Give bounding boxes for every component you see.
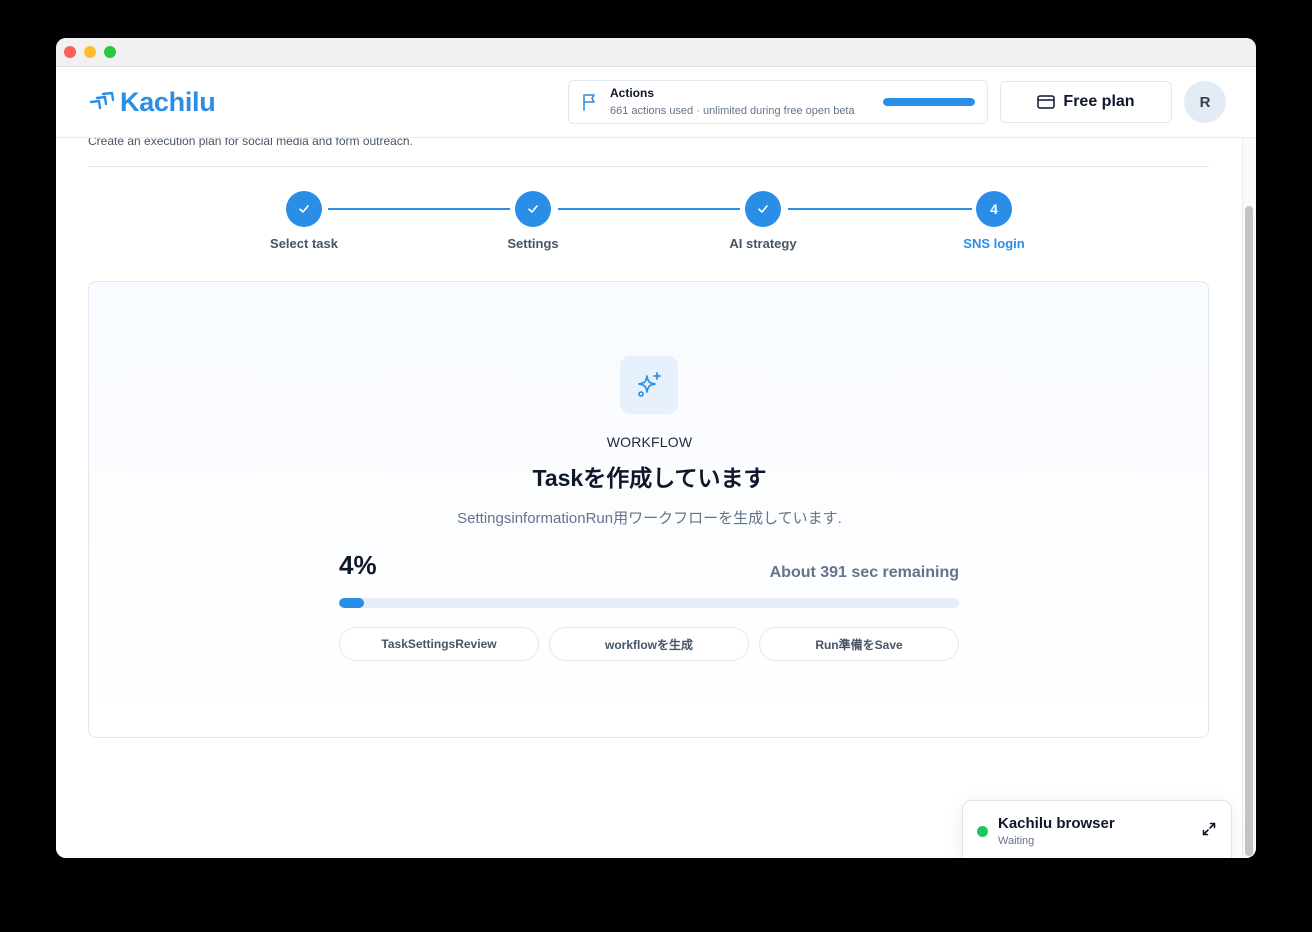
actions-usage-fill xyxy=(883,98,975,106)
card-description: SettingsinformationRun用ワークフローを生成しています. xyxy=(457,510,842,527)
status-indicator xyxy=(977,826,988,837)
step-2-label: Settings xyxy=(507,236,559,251)
actions-usage-bar xyxy=(883,98,975,106)
workflow-progress-card: WORKFLOW Taskを作成しています Settingsinformatio… xyxy=(88,281,1209,738)
scrollbar-thumb[interactable] xyxy=(1245,206,1253,856)
minimize-window-button[interactable] xyxy=(84,46,96,58)
free-plan-button[interactable]: Free plan xyxy=(1000,81,1172,123)
step-4-indicator[interactable]: 4 xyxy=(976,191,1012,227)
sparkles-icon xyxy=(638,372,661,397)
kachilu-browser-widget[interactable]: Kachilu browser Waiting xyxy=(962,800,1232,858)
step-1-label: Select task xyxy=(270,236,338,251)
step-3-label: AI strategy xyxy=(729,236,797,251)
user-avatar[interactable]: R xyxy=(1184,81,1226,123)
workflow-progress-fill xyxy=(339,598,364,608)
app-window: Kachilu Actions 661 actions used · unlim… xyxy=(56,38,1256,858)
browser-widget-status: Waiting xyxy=(998,835,1035,847)
window-titlebar xyxy=(56,38,1256,67)
check-icon xyxy=(758,205,768,213)
browser-widget-title: Kachilu browser xyxy=(998,815,1115,832)
step-1-indicator[interactable] xyxy=(286,191,322,227)
stage-chip: TaskSettingsReview xyxy=(339,627,539,661)
check-icon xyxy=(299,205,309,213)
stage-chip: Run準備をSave xyxy=(759,627,959,661)
step-4-label: SNS login xyxy=(963,236,1025,251)
progress-stepper: 4 Select task Settings AI strategy SNS l… xyxy=(56,138,1242,268)
time-remaining: About 391 sec remaining xyxy=(769,564,959,581)
flag-icon xyxy=(583,94,595,111)
logo-mark-icon xyxy=(89,91,115,110)
credit-card-icon xyxy=(1037,95,1056,109)
step-3-indicator[interactable] xyxy=(745,191,781,227)
step-connector xyxy=(328,208,510,210)
free-plan-label: Free plan xyxy=(1063,93,1135,110)
actions-usage-card[interactable]: Actions 661 actions used · unlimited dur… xyxy=(568,80,988,124)
step-connector xyxy=(788,208,972,210)
step-connector xyxy=(558,208,740,210)
progress-percent: 4% xyxy=(339,550,377,580)
close-window-button[interactable] xyxy=(64,46,76,58)
check-icon xyxy=(528,205,538,213)
expand-icon[interactable] xyxy=(1201,821,1217,837)
app-name: Kachilu xyxy=(120,86,216,117)
stage-chip: workflowを生成 xyxy=(549,627,749,661)
zoom-window-button[interactable] xyxy=(104,46,116,58)
sparkles-badge xyxy=(620,356,678,414)
card-title: Taskを作成しています xyxy=(532,465,767,491)
kachilu-logo[interactable]: Kachilu xyxy=(89,86,216,118)
workflow-progress-bar xyxy=(339,598,959,608)
actions-title: Actions xyxy=(610,86,655,100)
actions-usage-text: 661 actions used · unlimited during free… xyxy=(610,105,855,117)
card-eyebrow: WORKFLOW xyxy=(606,434,693,450)
step-2-indicator[interactable] xyxy=(515,191,551,227)
main-content: Create an execution plan for social medi… xyxy=(56,134,1242,858)
app-header: Kachilu Actions 661 actions used · unlim… xyxy=(56,67,1256,138)
workflow-stage-list: TaskSettingsReview workflowを生成 Run準備をSav… xyxy=(339,627,959,661)
